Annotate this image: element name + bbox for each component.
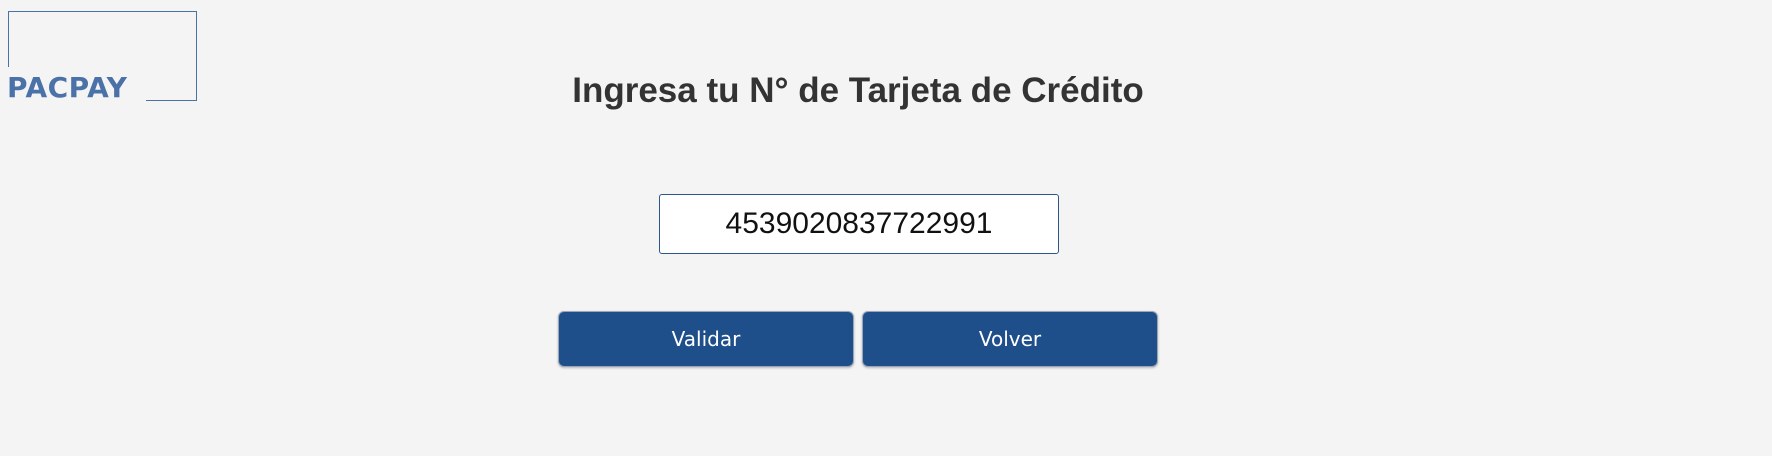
logo-frame-top [8,11,196,12]
validar-button[interactable]: Validar [558,311,854,367]
volver-button[interactable]: Volver [862,311,1158,367]
page: PACPAY Ingresa tu N° de Tarjeta de Crédi… [0,0,1772,456]
card-number-input[interactable] [659,194,1059,254]
page-title: Ingresa tu N° de Tarjeta de Crédito [572,71,1144,110]
logo-frame-left [8,11,9,67]
